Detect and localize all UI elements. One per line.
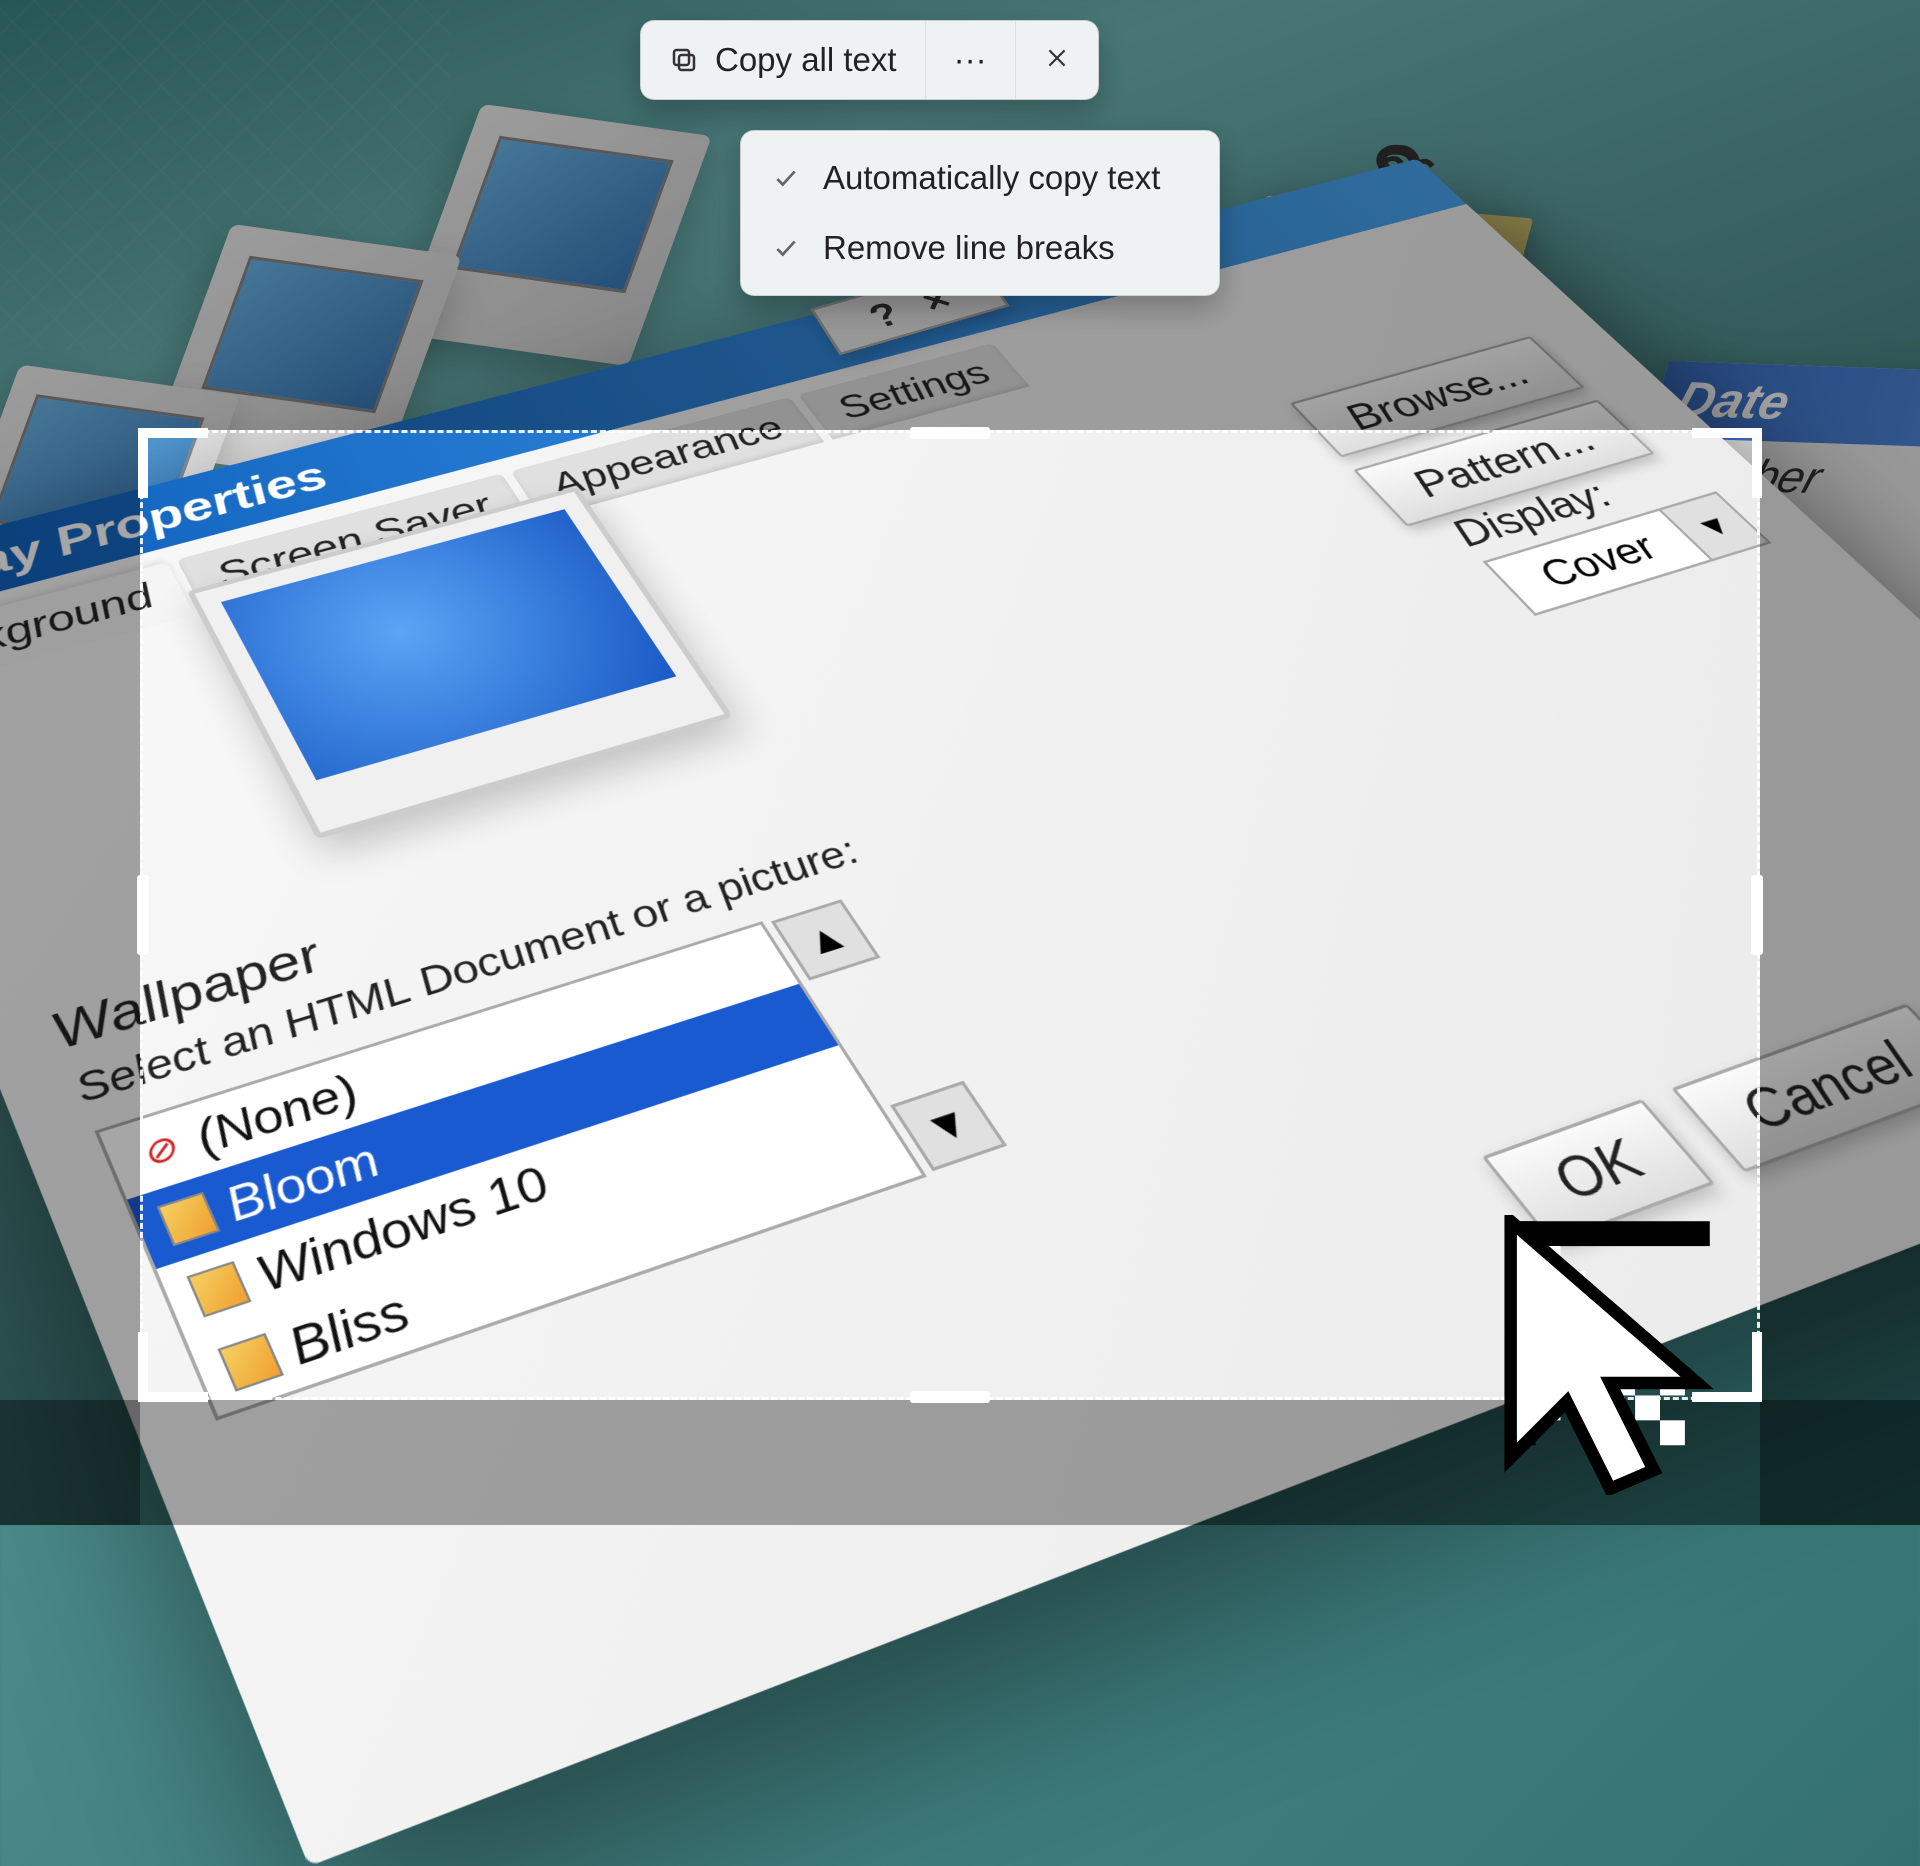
close-toolbar-button[interactable] [1016,21,1098,99]
copy-icon [669,45,699,75]
help-icon[interactable]: ? [861,295,908,336]
cancel-button[interactable]: Cancel [1671,1003,1920,1172]
image-icon [186,1261,251,1318]
menu-item-label: Remove line breaks [823,229,1115,267]
image-icon [157,1192,221,1246]
copy-label: Copy all text [715,41,897,79]
close-icon [1044,41,1070,79]
check-icon [773,165,799,191]
menu-item-label: Automatically copy text [823,159,1160,197]
none-icon: ⊘ [128,1125,190,1177]
menu-item-remove-line-breaks[interactable]: Remove line breaks [741,213,1219,283]
check-icon [773,235,799,261]
text-actions-dropdown: Automatically copy text Remove line brea… [740,130,1220,296]
more-options-button[interactable]: ··· [926,21,1016,99]
ok-button[interactable]: OK [1482,1099,1716,1245]
more-icon: ··· [954,41,987,79]
text-actions-toolbar: Copy all text ··· [640,20,1099,100]
image-icon [217,1333,284,1392]
copy-all-text-button[interactable]: Copy all text [641,21,926,99]
menu-item-auto-copy[interactable]: Automatically copy text [741,143,1219,213]
